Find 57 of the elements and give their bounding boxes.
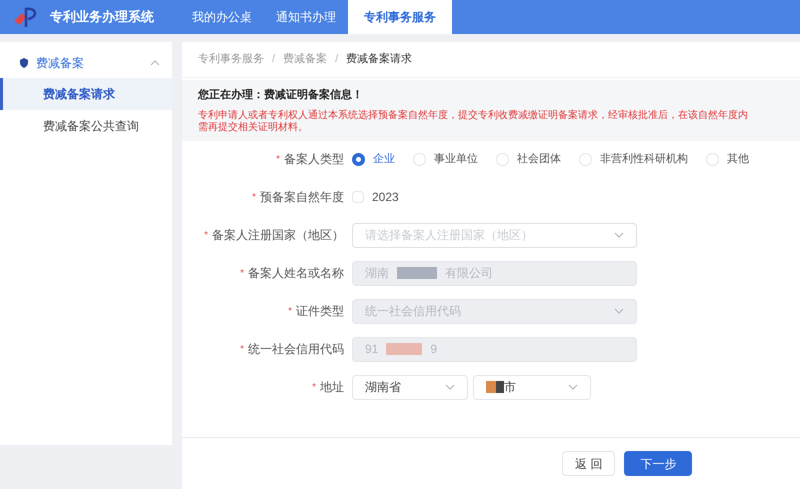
nav-tab[interactable]: 我的办公桌 — [180, 0, 264, 34]
app-title: 专利业务办理系统 — [50, 8, 154, 26]
redaction-block — [386, 343, 422, 355]
required-mark: * — [288, 304, 292, 318]
select-field[interactable]: 市 — [473, 374, 591, 400]
chevron-up-icon — [150, 60, 160, 66]
chevron-down-icon — [614, 308, 624, 314]
radio-option[interactable]: 事业单位 — [413, 150, 478, 168]
input-field: 91 9 — [352, 336, 637, 362]
shield-icon — [20, 58, 28, 68]
nav-tab[interactable]: 通知书办理 — [264, 0, 348, 34]
nav-tab[interactable]: 专利事务服务 — [348, 0, 452, 34]
required-mark: * — [240, 342, 244, 356]
required-mark: * — [252, 190, 256, 204]
breadcrumb-item[interactable]: 费减备案 — [283, 51, 328, 68]
notice-text: 需再提交相关证明材料。 — [198, 122, 309, 134]
radio-icon — [706, 152, 719, 166]
checkbox-icon — [352, 191, 364, 203]
redaction-block — [397, 267, 437, 279]
radio-icon — [413, 152, 426, 166]
field-label: 统一社会信用代码 — [248, 341, 344, 358]
notice-text: 专利申请人或者专利权人通过本系统选择预备案自然年度，提交专利收费减缴证明备案请求，经审核批准后，在该自然年度内 — [198, 110, 749, 122]
breadcrumb-item[interactable]: 专利事务服务 — [198, 51, 264, 68]
required-mark: * — [240, 266, 244, 280]
notice-title: 您正在办理：费减证明备案信息！ — [198, 87, 364, 103]
redaction-block — [486, 381, 504, 393]
sidebar-item[interactable]: 费减备案公共查询 — [0, 110, 172, 142]
field-label: 备案人姓名或名称 — [248, 265, 344, 282]
sidebar-item[interactable]: 费减备案请求 — [0, 78, 172, 110]
chevron-down-icon — [614, 232, 624, 238]
select-field: 统一社会信用代码 — [352, 298, 637, 324]
field-label: 备案人类型 — [284, 151, 344, 168]
next-button[interactable]: 下一步 — [624, 451, 692, 476]
required-mark: * — [312, 380, 316, 394]
back-button[interactable]: 返 回 — [562, 451, 616, 476]
checkbox-option[interactable]: 2023 — [352, 188, 399, 206]
required-mark: * — [204, 228, 208, 242]
radio-icon — [579, 152, 592, 166]
breadcrumb-separator: / — [335, 52, 338, 68]
radio-option[interactable]: 企业 — [352, 150, 395, 168]
sidebar-group[interactable]: 费减备案 — [0, 48, 172, 78]
radio-option[interactable]: 社会团体 — [496, 150, 561, 168]
field-label: 证件类型 — [296, 303, 344, 320]
chevron-down-icon — [568, 384, 578, 390]
field-label: 备案人注册国家（地区） — [212, 227, 344, 244]
select-field[interactable]: 湖南省 — [352, 374, 468, 400]
field-label: 地址 — [320, 379, 344, 396]
field-label: 预备案自然年度 — [260, 189, 344, 206]
breadcrumb-separator: / — [272, 52, 276, 68]
radio-option[interactable]: 其他 — [706, 150, 749, 168]
radio-icon — [352, 152, 365, 166]
input-field: 湖南 有限公司 — [352, 260, 637, 286]
chevron-down-icon — [445, 384, 455, 390]
required-mark: * — [276, 152, 280, 166]
radio-option[interactable]: 非营利性科研机构 — [579, 150, 688, 168]
radio-icon — [496, 152, 509, 166]
breadcrumb-item: 费减备案请求 — [346, 52, 412, 68]
